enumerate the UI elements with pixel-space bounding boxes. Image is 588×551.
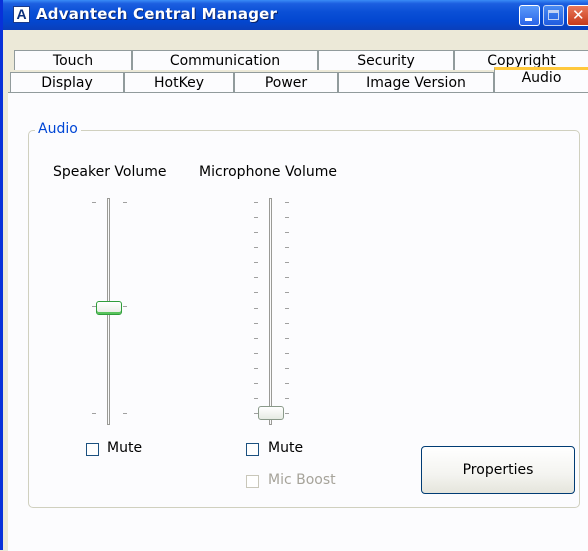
microphone-mute-label: Mute <box>268 440 304 456</box>
slider-tick <box>285 338 289 339</box>
tab-security[interactable]: Security <box>318 50 454 70</box>
window-title: Advantech Central Manager <box>36 5 278 23</box>
mic-boost-checkbox[interactable] <box>246 475 259 488</box>
slider-tick <box>254 398 258 399</box>
tab-hotkey[interactable]: HotKey <box>124 72 234 92</box>
slider-tick <box>285 277 289 278</box>
properties-button[interactable]: Properties <box>421 446 575 494</box>
slider-tick <box>254 383 258 384</box>
slider-tick <box>285 202 289 203</box>
slider-tick <box>285 247 289 248</box>
tab-audio[interactable]: Audio <box>494 67 588 92</box>
slider-tick <box>254 292 258 293</box>
mic-boost-label: Mic Boost <box>268 472 336 488</box>
tab-power[interactable]: Power <box>234 72 338 92</box>
slider-tick <box>285 262 289 263</box>
tab-touch[interactable]: Touch <box>14 50 132 70</box>
microphone-mute-checkbox[interactable] <box>246 443 259 456</box>
slider-tick <box>92 202 96 203</box>
slider-tick <box>285 308 289 309</box>
slider-tick <box>254 277 258 278</box>
speaker-mute-label: Mute <box>107 440 143 456</box>
slider-tick <box>254 217 258 218</box>
maximize-button[interactable] <box>543 5 564 26</box>
microphone-slider-thumb[interactable] <box>258 406 284 420</box>
slider-tick <box>285 383 289 384</box>
slider-tick <box>254 368 258 369</box>
slider-tick <box>285 323 289 324</box>
slider-tick <box>254 247 258 248</box>
app-logo-icon: A <box>13 6 30 23</box>
slider-tick <box>254 202 258 203</box>
minimize-button[interactable] <box>519 5 540 26</box>
speaker-volume-slider[interactable] <box>82 194 138 429</box>
slider-tick <box>254 353 258 354</box>
close-button[interactable] <box>567 5 588 26</box>
slider-tick <box>123 306 127 307</box>
slider-tick <box>254 323 258 324</box>
speaker-volume-label: Speaker Volume <box>53 164 167 180</box>
slider-tick <box>254 338 258 339</box>
slider-tick <box>285 353 289 354</box>
microphone-volume-slider[interactable] <box>244 194 300 429</box>
slider-tick <box>285 368 289 369</box>
slider-tick <box>285 217 289 218</box>
slider-tick <box>285 292 289 293</box>
mic-slider-track <box>269 198 272 425</box>
tab-communication[interactable]: Communication <box>132 50 318 70</box>
slider-tick <box>285 413 289 414</box>
slider-tick <box>254 262 258 263</box>
slider-tick <box>285 398 289 399</box>
slider-tick <box>254 308 258 309</box>
slider-tick <box>254 232 258 233</box>
speaker-slider-thumb[interactable] <box>96 301 122 315</box>
microphone-volume-label: Microphone Volume <box>199 164 338 180</box>
audio-group-title: Audio <box>35 121 81 137</box>
speaker-mute-checkbox[interactable] <box>86 443 99 456</box>
tab-image-version[interactable]: Image Version <box>338 72 494 92</box>
slider-tick <box>285 232 289 233</box>
title-bar[interactable]: A Advantech Central Manager <box>3 0 588 30</box>
tab-display[interactable]: Display <box>10 72 124 92</box>
slider-tick <box>123 202 127 203</box>
slider-tick <box>123 413 127 414</box>
slider-tick <box>92 413 96 414</box>
